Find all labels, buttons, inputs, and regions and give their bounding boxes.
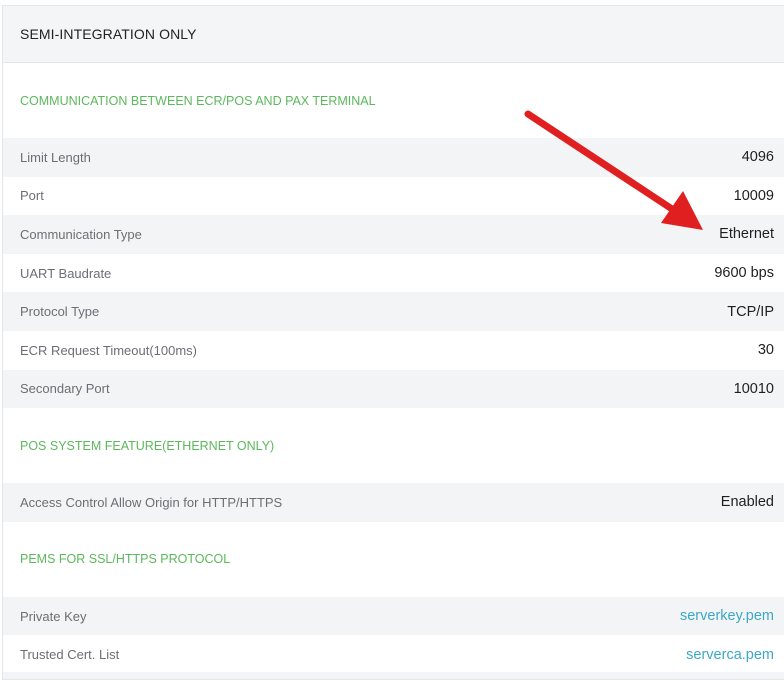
row-value: TCP/IP	[727, 303, 774, 320]
row-port: Port 10009	[3, 176, 784, 216]
row-value: 10009	[733, 187, 774, 204]
row-label: UART Baudrate	[20, 265, 112, 281]
panel-header: SEMI-INTEGRATION ONLY	[3, 6, 784, 63]
trusted-cert-list-link[interactable]: serverca.pem	[686, 647, 774, 663]
row-communication-type: Communication Type Ethernet	[3, 215, 784, 254]
bottom-strip	[3, 672, 784, 679]
row-access-control-allow-origin: Access Control Allow Origin for HTTP/HTT…	[3, 483, 784, 522]
row-trusted-cert-list: Trusted Cert. List serverca.pem	[3, 635, 784, 674]
row-uart-baudrate: UART Baudrate 9600 bps	[3, 253, 784, 293]
row-private-key: Private Key serverkey.pem	[3, 596, 784, 636]
row-label: Communication Type	[20, 226, 142, 242]
row-label: Trusted Cert. List	[20, 647, 120, 663]
row-label: Protocol Type	[20, 304, 100, 320]
section-title-communication: COMMUNICATION BETWEEN ECR/POS AND PAX TE…	[20, 93, 376, 108]
row-limit-length: Limit Length 4096	[3, 138, 784, 177]
private-key-link[interactable]: serverkey.pem	[680, 608, 774, 624]
semi-integration-panel: SEMI-INTEGRATION ONLY COMMUNICATION BETW…	[2, 5, 784, 680]
row-ecr-request-timeout: ECR Request Timeout(100ms) 30	[3, 330, 784, 370]
row-value: 4096	[741, 149, 774, 166]
panel-title: SEMI-INTEGRATION ONLY	[20, 26, 197, 42]
row-label: Access Control Allow Origin for HTTP/HTT…	[20, 494, 283, 510]
row-label: Limit Length	[20, 149, 91, 165]
row-value: Enabled	[720, 494, 774, 511]
row-label: ECR Request Timeout(100ms)	[20, 342, 198, 358]
row-protocol-type: Protocol Type TCP/IP	[3, 292, 784, 331]
section-title-pems: PEMS FOR SSL/HTTPS PROTOCOL	[20, 552, 231, 567]
row-value: 10010	[733, 380, 774, 397]
row-label: Secondary Port	[20, 381, 110, 397]
row-label: Private Key	[20, 608, 87, 624]
row-value: 9600 bps	[714, 265, 774, 282]
row-label: Port	[20, 188, 44, 204]
section-title-pos-system-feature: POS SYSTEM FEATURE(ETHERNET ONLY)	[20, 438, 275, 453]
row-value: 30	[757, 342, 774, 359]
row-value: Ethernet	[719, 226, 774, 243]
row-secondary-port: Secondary Port 10010	[3, 369, 784, 409]
